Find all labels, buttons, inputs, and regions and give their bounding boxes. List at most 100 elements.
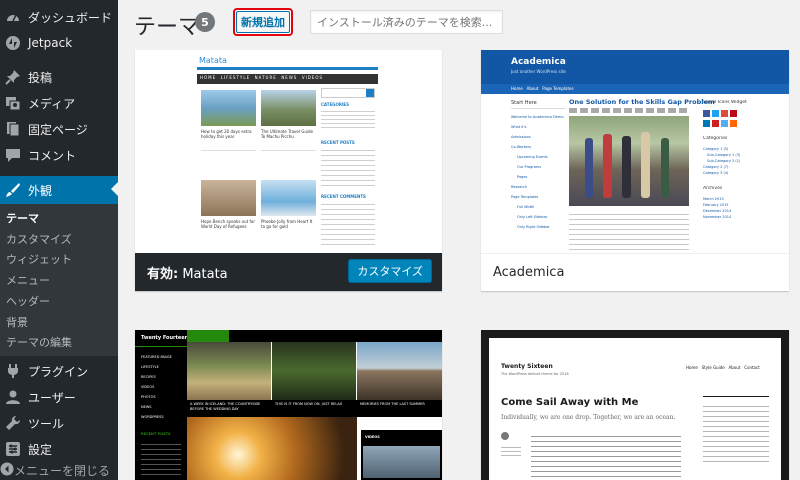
preview-nav: HOME [200, 75, 217, 80]
sidebar-item-media[interactable]: メディア [0, 90, 118, 116]
preview-recent-title: RECENT POSTS [141, 432, 171, 436]
sidebar-item-label: プラグイン [28, 364, 89, 379]
preview-nav: NATURE [254, 75, 277, 80]
preview-side-menu: FEATURED IMAGE LIFESTYLE RECIPES VIDEOS … [141, 352, 172, 422]
sidebar-item-appearance[interactable]: 外観 [0, 176, 118, 204]
preview-category-list: Category 1 (5) Sub-Category 1 (3) Sub-Ca… [703, 146, 740, 176]
sidebar-item-plugins[interactable]: プラグイン [0, 358, 118, 384]
preview-headline: One Solution for the Skills Gap Problem [569, 98, 715, 106]
submenu-item-widgets[interactable]: ウィジェット [6, 251, 72, 267]
preview-link: Full Width [517, 205, 535, 209]
sidebar-item-label: 固定ページ [28, 122, 88, 137]
preview-nav: LIFESTYLE [220, 75, 251, 80]
sidebar-item-label: ダッシュボード [28, 10, 113, 25]
sidebar-item-label: 設定 [28, 442, 53, 457]
preview-link: Pages [517, 175, 528, 179]
sidebar-item-label: コメント [28, 148, 77, 163]
wrench-icon [4, 414, 22, 432]
sidebar-item-settings[interactable]: 設定 [0, 436, 118, 462]
preview-post-title: Hope Bench speaks out for World Day of R… [201, 219, 256, 229]
theme-card-matata[interactable]: Matata HOME LIFESTYLE NATURE NEWS VIDEOS… [135, 50, 442, 291]
preview-widget-title: Archives [703, 186, 723, 191]
brush-icon [4, 181, 22, 199]
preview-post-subtitle: Individually, we are one drop. Together,… [501, 414, 676, 421]
preview-link: Upcoming Events [517, 155, 548, 159]
preview-post-title: A WEEK IN ICELAND: THE COUNTRYSIDE BEFOR… [190, 402, 261, 411]
theme-screenshot: Matata HOME LIFESTYLE NATURE NEWS VIDEOS… [135, 50, 442, 253]
preview-widget-title: Categories [703, 136, 728, 141]
preview-image [363, 446, 440, 478]
page-icon [4, 120, 22, 138]
submenu-item-menus[interactable]: メニュー [6, 272, 50, 288]
preview-image [201, 90, 256, 126]
submenu-item-customize[interactable]: カスタマイズ [6, 231, 72, 247]
submenu-item-background[interactable]: 背景 [6, 314, 28, 330]
preview-menu-item: NEWS [141, 405, 152, 409]
pin-icon [4, 68, 22, 86]
preview-menu-item: WORDPRESS [141, 415, 164, 419]
sidebar-item-users[interactable]: ユーザー [0, 384, 118, 410]
sidebar-item-tools[interactable]: ツール [0, 410, 118, 436]
collapse-arrow-icon [0, 462, 14, 479]
theme-name: Academica [493, 265, 565, 280]
preview-post-title: The Ultimate Travel Guide To Machu Picch… [261, 129, 313, 139]
preview-image [272, 342, 356, 400]
preview-archive-list: March 2015 February 2015 December 2014 N… [703, 196, 731, 220]
preview-link: Research [511, 185, 528, 189]
sidebar-item-label: メディア [28, 96, 76, 111]
add-new-theme-highlight: 新規追加 [233, 8, 293, 36]
preview-image [201, 180, 256, 216]
sidebar-item-label: 投稿 [28, 70, 53, 85]
preview-nav: VIDEOS [301, 75, 324, 80]
sidebar-item-jetpack[interactable]: Jetpack [0, 30, 118, 56]
theme-search-input[interactable] [310, 10, 503, 34]
preview-image [261, 180, 316, 216]
theme-screenshot: Twenty Sixteen The WordPress default the… [481, 330, 789, 480]
submenu-item-themes[interactable]: テーマ [6, 210, 39, 226]
customize-button[interactable]: カスタマイズ [348, 259, 432, 283]
submenu-item-header[interactable]: ヘッダー [6, 293, 50, 309]
sidebar-item-comments[interactable]: コメント [0, 142, 118, 168]
preview-archive: November 2014 [703, 215, 732, 219]
admin-sidebar: ダッシュボード Jetpack 投稿 メディア 固定ページ コメント 外観 テー… [0, 0, 118, 480]
sidebar-item-posts[interactable]: 投稿 [0, 64, 118, 90]
comment-icon [4, 146, 22, 164]
theme-card-footer: Academica [481, 253, 789, 291]
collapse-menu-label: メニューを閉じる [14, 463, 111, 478]
submenu-item-theme-editor[interactable]: テーマの編集 [6, 334, 72, 350]
sidebar-item-dashboard[interactable]: ダッシュボード [0, 4, 118, 30]
user-icon [4, 388, 22, 406]
collapse-menu-button[interactable]: メニューを閉じる [0, 460, 118, 480]
preview-widget-title: Social Icons Widget [703, 100, 747, 105]
preview-nav: Page Templates [542, 86, 574, 91]
preview-nav: About [728, 365, 741, 370]
theme-card-twentyfourteen[interactable]: Twenty Fourteen FEATURED IMAGE LIFESTYLE… [135, 330, 442, 480]
active-label: 有効: [147, 266, 179, 282]
theme-screenshot: Twenty Fourteen FEATURED IMAGE LIFESTYLE… [135, 330, 442, 480]
preview-nav: About [526, 86, 539, 91]
sidebar-item-label: ツール [28, 416, 65, 431]
page-title: テーマ [134, 15, 201, 40]
preview-menu-item: LIFESTYLE [141, 365, 159, 369]
preview-menu-item: PHOTOS [141, 395, 156, 399]
preview-site-title: Academica [511, 57, 566, 67]
plugin-icon [4, 362, 22, 380]
preview-link: Page Templates [511, 195, 539, 199]
jetpack-icon [4, 34, 22, 52]
preview-image [187, 342, 271, 400]
active-indicator [111, 182, 118, 196]
add-new-theme-button[interactable]: 新規追加 [236, 11, 290, 33]
preview-tagline: The WordPress default theme for 2016 [501, 372, 569, 376]
sidebar-item-pages[interactable]: 固定ページ [0, 116, 118, 142]
theme-card-academica[interactable]: Academica Just another WordPress site Ho… [481, 50, 789, 291]
theme-count-badge: 5 [195, 12, 215, 32]
preview-nav: NEWS [281, 75, 298, 80]
theme-name: 有効: Matata [135, 263, 228, 282]
preview-label: VIDEOS [365, 435, 380, 439]
preview-tagline: Just another WordPress site [511, 69, 566, 74]
theme-card-twentysixteen[interactable]: Twenty Sixteen The WordPress default the… [481, 330, 789, 480]
preview-post-title: How to get 20 days extra holiday this ye… [201, 129, 252, 139]
preview-nav: Home [511, 86, 523, 91]
preview-link: Only Left Sidebar [517, 215, 548, 219]
active-theme-name: Matata [182, 266, 228, 282]
